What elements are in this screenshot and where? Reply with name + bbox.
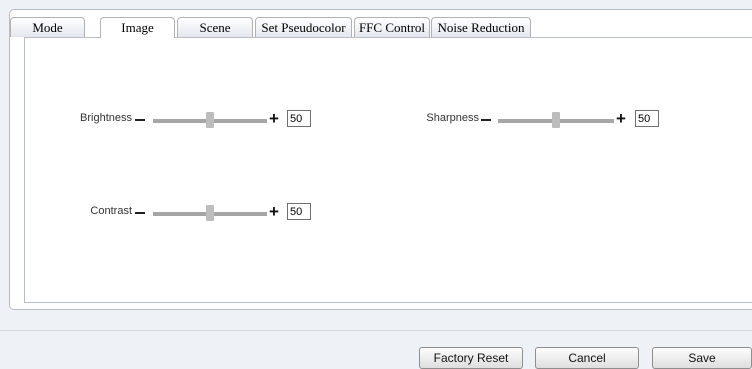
tab-mode[interactable]: Mode bbox=[10, 17, 85, 37]
tab-scene[interactable]: Scene bbox=[177, 17, 253, 37]
contrast-slider-row: Contrast + bbox=[25, 202, 325, 223]
contrast-track[interactable] bbox=[153, 205, 267, 221]
contrast-handle[interactable] bbox=[206, 205, 214, 221]
sharpness-label: Sharpness bbox=[426, 112, 479, 124]
tab-set-pseudocolor[interactable]: Set Pseudocolor bbox=[255, 17, 352, 37]
footer-divider bbox=[0, 330, 752, 331]
image-settings-content: Brightness + Sharpness + Contrast + bbox=[24, 37, 752, 303]
tab-ffc-control[interactable]: FFC Control bbox=[354, 17, 430, 37]
tab-image[interactable]: Image bbox=[100, 17, 175, 38]
contrast-label: Contrast bbox=[90, 205, 132, 217]
contrast-minus-icon[interactable] bbox=[135, 212, 145, 214]
sharpness-slider-row: Sharpness + bbox=[25, 109, 675, 130]
sharpness-minus-icon[interactable] bbox=[481, 119, 491, 121]
sharpness-plus-icon[interactable]: + bbox=[616, 109, 626, 129]
contrast-plus-icon[interactable]: + bbox=[269, 202, 279, 222]
sharpness-handle[interactable] bbox=[552, 112, 560, 128]
sharpness-track[interactable] bbox=[498, 112, 614, 128]
sharpness-value-input[interactable] bbox=[635, 110, 659, 127]
cancel-button[interactable]: Cancel bbox=[535, 347, 639, 369]
save-button[interactable]: Save bbox=[652, 347, 752, 369]
contrast-value-input[interactable] bbox=[287, 203, 311, 220]
tab-noise-reduction[interactable]: Noise Reduction bbox=[431, 17, 531, 37]
factory-reset-button[interactable]: Factory Reset bbox=[419, 347, 523, 369]
